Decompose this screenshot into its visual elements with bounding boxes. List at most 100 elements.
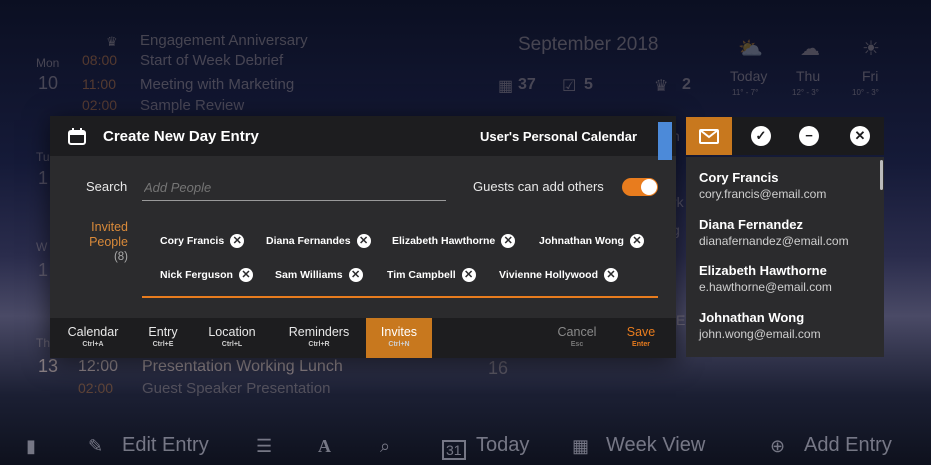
list-item[interactable]: Elizabeth Hawthorne e.hawthorne@email.co… bbox=[699, 263, 832, 294]
search-input[interactable] bbox=[142, 176, 446, 198]
invited-count: (8) bbox=[113, 251, 128, 263]
event-time: 12:00 bbox=[78, 358, 119, 375]
suggestion-name: Johnathan Wong bbox=[699, 310, 805, 325]
invitee-chip: Tim Campbell ✕ bbox=[387, 264, 476, 286]
remove-invitee-icon[interactable]: ✕ bbox=[629, 234, 644, 248]
weather-label: Today bbox=[730, 68, 768, 84]
event-time: 08:00 bbox=[82, 52, 118, 68]
event-title: Sample Review bbox=[140, 97, 245, 114]
list-item[interactable]: Johnathan Wong john.wong@email.com bbox=[699, 310, 821, 341]
suggestion-name: Diana Fernandez bbox=[699, 217, 804, 232]
invitee-chip: Sam Williams ✕ bbox=[275, 264, 363, 286]
tab-invites[interactable]: Invites Ctrl+N bbox=[366, 318, 432, 358]
weather-temp: 10° - 3° bbox=[852, 88, 879, 97]
event-title: Start of Week Debrief bbox=[140, 52, 284, 69]
suggestion-name: Cory Francis bbox=[699, 170, 779, 185]
guests-can-add-label: Guests can add others bbox=[473, 179, 604, 194]
event-time: 02:00 bbox=[78, 380, 114, 396]
tab-shortcut: Ctrl+L bbox=[221, 341, 243, 348]
cancel-label: Cancel bbox=[557, 325, 597, 339]
tab-shortcut: Ctrl+E bbox=[152, 341, 174, 348]
weather-label: Thu bbox=[796, 68, 821, 84]
suggestion-scrollbar[interactable] bbox=[880, 160, 883, 190]
day-dow-partial: Tu bbox=[36, 150, 50, 164]
event-title: Engagement Anniversary bbox=[140, 32, 308, 49]
invitee-name: Elizabeth Hawthorne bbox=[392, 235, 496, 247]
week-view-button[interactable]: Week View bbox=[606, 434, 705, 457]
remove-invitee-icon[interactable]: ✕ bbox=[356, 234, 371, 248]
day-num-10: 10 bbox=[38, 73, 59, 93]
invitee-name: Diana Fernandes bbox=[266, 235, 351, 247]
tab-shortcut: Ctrl+A bbox=[82, 341, 104, 348]
tab-label: Reminders bbox=[288, 325, 350, 339]
calendar-search-icon[interactable]: ⌕ bbox=[380, 436, 390, 457]
mail-button[interactable] bbox=[686, 117, 732, 155]
remove-invitee-icon[interactable]: ✕ bbox=[238, 268, 253, 282]
cancel-button[interactable]: Cancel Esc bbox=[550, 318, 604, 358]
cake-icon: ♛ bbox=[654, 78, 669, 95]
event-title: Presentation Working Lunch bbox=[142, 358, 343, 375]
toggle-knob bbox=[641, 179, 657, 195]
decline-icon[interactable]: ✕ bbox=[850, 126, 870, 146]
tab-label: Entry bbox=[148, 325, 178, 339]
week-calendar-icon: ▦ bbox=[572, 436, 590, 456]
calendar-icon bbox=[68, 128, 86, 145]
maybe-icon[interactable]: − bbox=[799, 126, 819, 146]
guests-can-add-toggle[interactable] bbox=[622, 178, 658, 196]
tab-label: Calendar bbox=[67, 325, 119, 339]
day-dow-mon: Mon bbox=[36, 56, 60, 70]
list-item[interactable]: Cory Francis cory.francis@email.com bbox=[699, 170, 826, 201]
sunny-icon: ☀ bbox=[862, 38, 880, 60]
list-icon[interactable]: ☰ bbox=[256, 436, 272, 457]
save-shortcut: Enter bbox=[632, 341, 650, 348]
add-entry-button[interactable]: Add Entry bbox=[804, 434, 892, 457]
tab-reminders[interactable]: Reminders Ctrl+R bbox=[278, 318, 360, 358]
weather-temp: 12° - 3° bbox=[792, 88, 819, 97]
remove-invitee-icon[interactable]: ✕ bbox=[461, 268, 476, 282]
invitee-name: Sam Williams bbox=[275, 269, 343, 281]
list-item[interactable]: Diana Fernandez dianafernandez@email.com bbox=[699, 217, 849, 248]
invited-label-line1: Invited bbox=[91, 220, 128, 234]
save-button[interactable]: Save Enter bbox=[616, 318, 666, 358]
tab-shortcut: Ctrl+R bbox=[308, 341, 330, 348]
remove-invitee-icon[interactable]: ✕ bbox=[604, 268, 618, 282]
remove-invitee-icon[interactable]: ✕ bbox=[348, 268, 363, 282]
create-entry-dialog: Create New Day Entry User's Personal Cal… bbox=[50, 116, 676, 358]
suggestion-toolbar: ✓ − ✕ bbox=[686, 117, 884, 155]
accept-icon[interactable]: ✓ bbox=[751, 126, 771, 146]
tab-location[interactable]: Location Ctrl+L bbox=[198, 318, 266, 358]
save-label: Save bbox=[626, 325, 656, 339]
invitee-name: Cory Francis bbox=[160, 235, 225, 247]
calendar-today-icon: 31 bbox=[442, 440, 466, 460]
dialog-tab-bar: Calendar Ctrl+A Entry Ctrl+E Location Ct… bbox=[50, 318, 676, 358]
weather-temp: 11° - 7° bbox=[732, 88, 759, 97]
remove-invitee-icon[interactable]: ✕ bbox=[230, 234, 245, 248]
stat-value: 5 bbox=[584, 76, 593, 93]
calendar-selector[interactable]: User's Personal Calendar bbox=[480, 129, 637, 144]
event-time: 02:00 bbox=[82, 97, 118, 113]
tab-label: Invites bbox=[380, 325, 418, 339]
invitee-chip: Vivienne Hollywood ✕ bbox=[499, 264, 618, 286]
day-num-partial: 1 bbox=[38, 168, 49, 188]
stat-value: 2 bbox=[682, 76, 691, 93]
font-size-icon[interactable]: A bbox=[318, 436, 331, 457]
checklist-icon: ☑ bbox=[562, 78, 577, 95]
suggestion-email: cory.francis@email.com bbox=[699, 187, 827, 201]
tab-entry[interactable]: Entry Ctrl+E bbox=[136, 318, 190, 358]
search-label: Search bbox=[86, 179, 128, 194]
invited-label: Invited People (8) bbox=[86, 220, 128, 265]
invitee-name: Nick Ferguson bbox=[160, 269, 233, 281]
tab-calendar[interactable]: Calendar Ctrl+A bbox=[56, 318, 130, 358]
suggestion-email: dianafernandez@email.com bbox=[699, 234, 849, 248]
day-dow-th: Th bbox=[36, 336, 51, 350]
invited-label-line2: People bbox=[89, 235, 128, 249]
remove-invitee-icon[interactable]: ✕ bbox=[501, 234, 516, 248]
weather-label: Fri bbox=[862, 68, 879, 84]
mail-icon bbox=[699, 129, 719, 144]
edit-icon[interactable]: ✎ bbox=[88, 436, 103, 457]
notebook-icon[interactable]: ▮ bbox=[26, 436, 36, 457]
suggestion-email: e.hawthorne@email.com bbox=[699, 280, 832, 294]
invitees-underline bbox=[142, 296, 658, 298]
today-button[interactable]: Today bbox=[476, 434, 529, 457]
edit-entry-button[interactable]: Edit Entry bbox=[122, 434, 209, 457]
